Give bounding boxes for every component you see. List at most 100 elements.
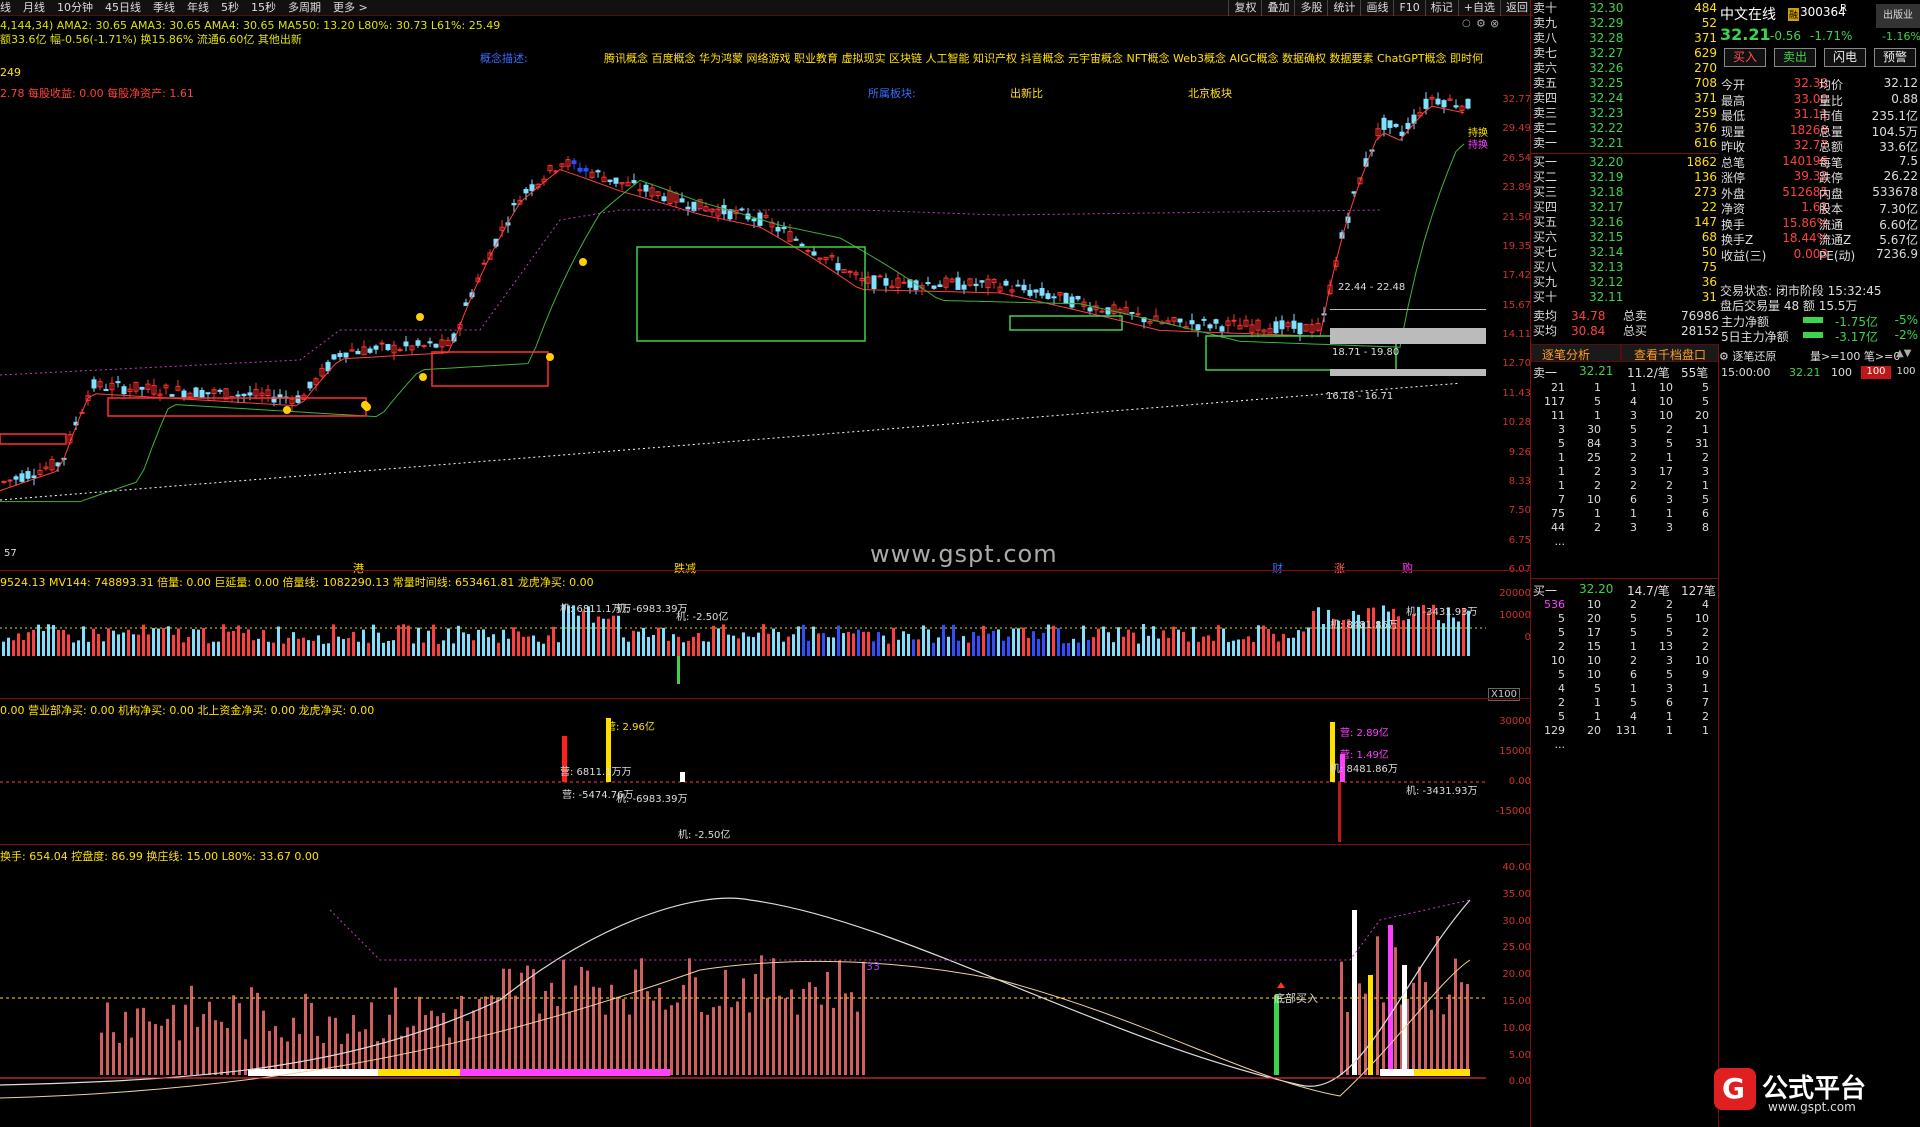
expand-icons[interactable]: ▲▼ (1896, 348, 1911, 359)
candle-body (511, 203, 517, 206)
lhb-label-h: 机: 8481.86万 (1330, 764, 1398, 775)
period-6[interactable]: 5秒 (221, 0, 239, 15)
tick-cell: 1 (1630, 381, 1637, 394)
tab-depth[interactable]: 查看千档盘口 (1621, 344, 1719, 362)
volume-bar (992, 630, 995, 656)
price-tick: 19.35 (1502, 240, 1531, 252)
trade-btn-3[interactable]: 预警 (1874, 48, 1916, 67)
lhb-chart[interactable] (0, 714, 1486, 844)
period-5[interactable]: 年线 (187, 0, 209, 15)
volume-bar (682, 642, 685, 656)
volume-bar (42, 631, 45, 656)
tool-4[interactable]: 画线 (1360, 0, 1393, 16)
tick-cell: 3 (1666, 521, 1673, 534)
volume-bar (467, 634, 470, 656)
period-2[interactable]: 10分钟 (57, 0, 93, 15)
tick-cell: 3 (1558, 423, 1565, 436)
marker-e: 购 (1402, 562, 1413, 575)
tick-cell: 1 (1666, 724, 1673, 737)
lhb-tick: 0.00 (1508, 776, 1531, 787)
period-7[interactable]: 15秒 (251, 0, 276, 15)
tick-cell: 1 (1558, 479, 1565, 492)
signal-dot-5 (416, 313, 424, 321)
order-price: 32.16 (1589, 215, 1624, 229)
range-label-2: 18.71 - 19.80 (1332, 347, 1400, 358)
gray-band-2 (1330, 369, 1486, 376)
period-9[interactable]: 更多 > (333, 0, 368, 15)
minimize-icon[interactable]: ○ (1462, 18, 1471, 29)
osc-bar (100, 1032, 103, 1075)
stock-change: -0.56 (1770, 29, 1802, 43)
candle-body (427, 341, 433, 344)
volume-bar (287, 637, 290, 656)
volume-bar (977, 635, 980, 656)
tool-2[interactable]: 多股 (1294, 0, 1327, 16)
order-label: 买七 (1533, 245, 1558, 259)
candle-body (1423, 98, 1429, 109)
tool-1[interactable]: 叠加 (1261, 0, 1294, 16)
volume-bar (477, 629, 480, 656)
period-1[interactable]: 月线 (23, 0, 45, 15)
filter-setting[interactable]: 量>=100 笔>=0 (1810, 348, 1900, 364)
order-vol: 616 (1694, 136, 1717, 150)
quote-cell: 总量 (1819, 124, 1844, 139)
trade-btn-1[interactable]: 卖出 (1774, 48, 1816, 67)
volume-bar (622, 637, 625, 656)
candle-body (295, 395, 301, 403)
tick-cell: 2 (1594, 479, 1601, 492)
period-0[interactable]: 线 (0, 0, 11, 15)
order-vol: 52 (1701, 16, 1717, 30)
trade-btn-2[interactable]: 闪电 (1824, 48, 1866, 67)
quote-cell: 7.30亿 (1879, 202, 1918, 216)
volume-bar (292, 632, 295, 656)
period-3[interactable]: 45日线 (105, 0, 141, 15)
volume-unit: X100 (1488, 688, 1520, 701)
candle-body (901, 281, 907, 284)
tab-tick-analysis[interactable]: 逐笔分析 (1531, 344, 1621, 362)
order-label: 卖十 (1533, 1, 1558, 15)
tab-restore[interactable]: ⚙ 逐笔还原 (1719, 348, 1776, 364)
candle-body (1381, 117, 1387, 130)
period-4[interactable]: 季线 (153, 0, 175, 15)
osc-axis: 40.00 35.00 30.00 25.00 20.00 15.00 10.00 5.00 0… (1486, 860, 1531, 1087)
candle-body (871, 275, 877, 289)
fund-label: 5日主力净额 (1721, 330, 1789, 344)
quote-cell: 内盘 (1819, 186, 1844, 201)
order-price: 32.30 (1589, 1, 1624, 15)
margin-badge: 融 (1788, 8, 1800, 21)
avg-row: 买均 30.84 总买 28152 (1531, 324, 1731, 339)
osc-bar (574, 985, 577, 1075)
signal-dot-6 (361, 401, 369, 409)
tick-cell: 75 (1551, 507, 1565, 520)
candle-body (121, 386, 127, 395)
order-vol: 50 (1701, 245, 1717, 259)
trade-cell: 32.21 (1789, 366, 1821, 379)
osc-bar (406, 1027, 409, 1075)
industry-box[interactable]: 出版业 (1876, 4, 1920, 28)
osc-chart[interactable] (0, 860, 1486, 1127)
candle-body (643, 184, 649, 192)
order-row: 卖五 32.25 708 (1531, 76, 1731, 91)
volume-chart[interactable] (0, 586, 1486, 686)
price-chart[interactable] (0, 60, 1486, 570)
volume-bar (507, 638, 510, 656)
tick-cell: 129 (1544, 724, 1565, 737)
volume-bar (882, 635, 885, 656)
order-label: 买八 (1533, 260, 1558, 274)
osc-bar (592, 986, 595, 1075)
tool-0[interactable]: 复权 (1228, 0, 1261, 16)
volume-bar (1022, 627, 1025, 656)
volume-bar (1132, 632, 1135, 656)
period-8[interactable]: 多周期 (288, 0, 321, 15)
tool-3[interactable]: 统计 (1327, 0, 1360, 16)
order-row: 卖九 32.29 52 (1531, 16, 1731, 31)
osc-bar (166, 1018, 169, 1075)
gear-icon[interactable]: ⚙ (1476, 17, 1486, 30)
tool-5[interactable]: F10 (1393, 0, 1424, 16)
volume-bar (847, 631, 850, 656)
volume-bar (582, 610, 585, 656)
volume-bar (252, 640, 255, 656)
tick-cell: 2 (1630, 451, 1637, 464)
tool-6[interactable]: 标记 (1424, 0, 1458, 16)
osc-tick: 35.00 (1502, 888, 1531, 900)
